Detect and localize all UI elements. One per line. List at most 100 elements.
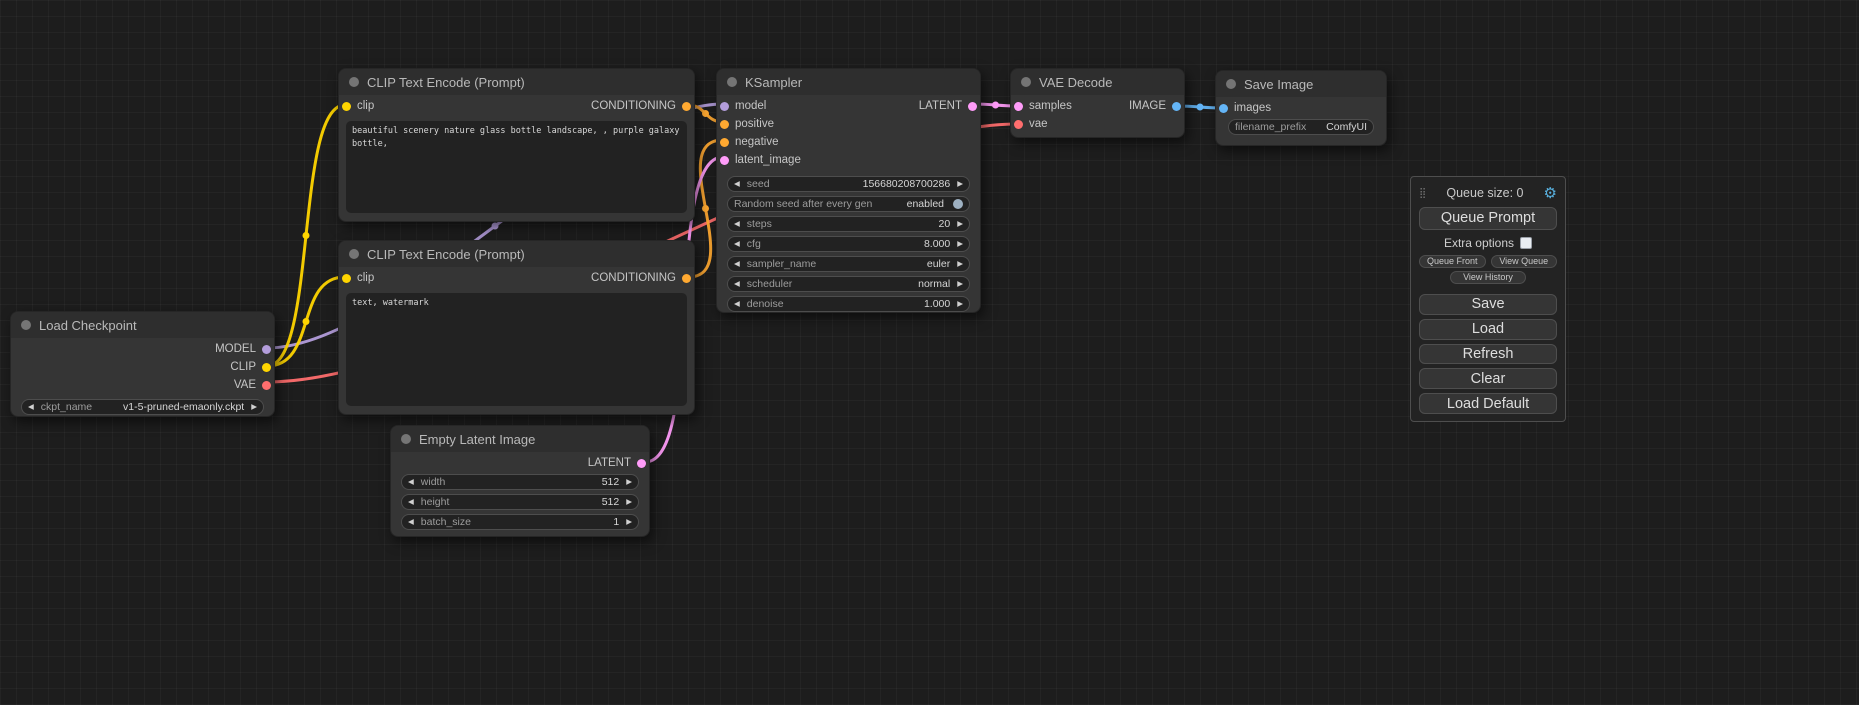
increment-icon[interactable]: ▶ bbox=[626, 518, 632, 526]
decrement-icon[interactable]: ◀ bbox=[734, 180, 740, 188]
toggle-icon[interactable] bbox=[953, 199, 963, 209]
output-port-model[interactable]: MODEL bbox=[215, 343, 271, 355]
drag-handle-icon[interactable]: ⣿ bbox=[1419, 188, 1426, 199]
collapse-dot-icon[interactable] bbox=[1021, 77, 1031, 87]
widget-seed[interactable]: ◀ seed 156680208700286 ▶ bbox=[727, 176, 970, 192]
queue-prompt-button[interactable]: Queue Prompt bbox=[1419, 207, 1557, 230]
collapse-dot-icon[interactable] bbox=[349, 249, 359, 259]
output-port-vae[interactable]: VAE bbox=[234, 379, 271, 391]
node-graph-canvas[interactable]: Load Checkpoint MODEL CLIP VAE bbox=[0, 0, 1859, 705]
node-title-bar[interactable]: Load Checkpoint bbox=[11, 312, 274, 338]
port-dot-latent[interactable] bbox=[720, 156, 729, 165]
view-history-button[interactable]: View History bbox=[1450, 271, 1526, 284]
queue-front-button[interactable]: Queue Front bbox=[1419, 255, 1486, 268]
port-dot-model[interactable] bbox=[262, 345, 271, 354]
port-dot-image[interactable] bbox=[1219, 104, 1228, 113]
node-title-bar[interactable]: CLIP Text Encode (Prompt) bbox=[339, 241, 694, 267]
output-port-clip[interactable]: CLIP bbox=[230, 361, 271, 373]
input-port-vae[interactable]: vae bbox=[1014, 118, 1048, 130]
output-port-conditioning[interactable]: CONDITIONING bbox=[591, 100, 691, 112]
node-title-bar[interactable]: VAE Decode bbox=[1011, 69, 1184, 95]
input-port-clip[interactable]: clip bbox=[342, 272, 374, 284]
widget-denoise[interactable]: ◀ denoise 1.000 ▶ bbox=[727, 296, 970, 312]
decrement-icon[interactable]: ◀ bbox=[734, 260, 740, 268]
collapse-dot-icon[interactable] bbox=[401, 434, 411, 444]
port-dot-conditioning[interactable] bbox=[720, 120, 729, 129]
prompt-textarea[interactable]: beautiful scenery nature glass bottle la… bbox=[346, 121, 687, 213]
increment-icon[interactable]: ▶ bbox=[957, 300, 963, 308]
widget-steps[interactable]: ◀ steps 20 ▶ bbox=[727, 216, 970, 232]
input-port-samples[interactable]: samples bbox=[1014, 100, 1072, 112]
port-dot-clip[interactable] bbox=[262, 363, 271, 372]
widget-batch-size[interactable]: ◀ batch_size 1 ▶ bbox=[401, 514, 639, 530]
decrement-icon[interactable]: ◀ bbox=[734, 300, 740, 308]
node-save-image[interactable]: Save Image images filename_prefix ComfyU… bbox=[1215, 70, 1387, 146]
port-dot-clip[interactable] bbox=[342, 102, 351, 111]
node-title-bar[interactable]: CLIP Text Encode (Prompt) bbox=[339, 69, 694, 95]
port-dot-clip[interactable] bbox=[342, 274, 351, 283]
extra-options-checkbox[interactable] bbox=[1520, 237, 1532, 249]
input-port-latent-image[interactable]: latent_image bbox=[720, 154, 801, 166]
port-dot-latent[interactable] bbox=[968, 102, 977, 111]
node-clip-text-encode-positive[interactable]: CLIP Text Encode (Prompt) clip CONDITION… bbox=[338, 68, 695, 222]
refresh-button[interactable]: Refresh bbox=[1419, 344, 1557, 365]
save-button[interactable]: Save bbox=[1419, 294, 1557, 315]
increment-icon[interactable]: ▶ bbox=[251, 403, 257, 411]
port-dot-latent[interactable] bbox=[1014, 102, 1023, 111]
widget-random-seed[interactable]: Random seed after every gen enabled bbox=[727, 196, 970, 212]
port-dot-conditioning[interactable] bbox=[720, 138, 729, 147]
output-port-image[interactable]: IMAGE bbox=[1129, 100, 1181, 112]
increment-icon[interactable]: ▶ bbox=[957, 280, 963, 288]
input-port-negative[interactable]: negative bbox=[720, 136, 778, 148]
widget-cfg[interactable]: ◀ cfg 8.000 ▶ bbox=[727, 236, 970, 252]
port-dot-latent[interactable] bbox=[637, 459, 646, 468]
port-dot-image[interactable] bbox=[1172, 102, 1181, 111]
port-dot-conditioning[interactable] bbox=[682, 274, 691, 283]
decrement-icon[interactable]: ◀ bbox=[734, 240, 740, 248]
port-dot-conditioning[interactable] bbox=[682, 102, 691, 111]
input-port-clip[interactable]: clip bbox=[342, 100, 374, 112]
node-title-bar[interactable]: Empty Latent Image bbox=[391, 426, 649, 452]
widget-filename-prefix[interactable]: filename_prefix ComfyUI bbox=[1228, 119, 1374, 135]
settings-gear-icon[interactable]: ⚙ bbox=[1544, 186, 1557, 201]
port-dot-vae[interactable] bbox=[262, 381, 271, 390]
output-port-latent[interactable]: LATENT bbox=[588, 457, 646, 469]
node-clip-text-encode-negative[interactable]: CLIP Text Encode (Prompt) clip CONDITION… bbox=[338, 240, 695, 415]
collapse-dot-icon[interactable] bbox=[727, 77, 737, 87]
node-ksampler[interactable]: KSampler model LATENT positive bbox=[716, 68, 981, 313]
decrement-icon[interactable]: ◀ bbox=[408, 518, 414, 526]
collapse-dot-icon[interactable] bbox=[21, 320, 31, 330]
collapse-dot-icon[interactable] bbox=[1226, 79, 1236, 89]
increment-icon[interactable]: ▶ bbox=[626, 498, 632, 506]
node-title-bar[interactable]: KSampler bbox=[717, 69, 980, 95]
clear-button[interactable]: Clear bbox=[1419, 368, 1557, 389]
widget-width[interactable]: ◀ width 512 ▶ bbox=[401, 474, 639, 490]
increment-icon[interactable]: ▶ bbox=[957, 240, 963, 248]
widget-sampler-name[interactable]: ◀ sampler_name euler ▶ bbox=[727, 256, 970, 272]
output-port-conditioning[interactable]: CONDITIONING bbox=[591, 272, 691, 284]
input-port-model[interactable]: model bbox=[720, 100, 766, 112]
widget-scheduler[interactable]: ◀ scheduler normal ▶ bbox=[727, 276, 970, 292]
input-port-images[interactable]: images bbox=[1219, 102, 1271, 114]
node-empty-latent-image[interactable]: Empty Latent Image LATENT ◀ width 512 ▶ … bbox=[390, 425, 650, 537]
increment-icon[interactable]: ▶ bbox=[957, 180, 963, 188]
collapse-dot-icon[interactable] bbox=[349, 77, 359, 87]
widget-height[interactable]: ◀ height 512 ▶ bbox=[401, 494, 639, 510]
load-default-button[interactable]: Load Default bbox=[1419, 393, 1557, 414]
load-button[interactable]: Load bbox=[1419, 319, 1557, 340]
input-port-positive[interactable]: positive bbox=[720, 118, 774, 130]
decrement-icon[interactable]: ◀ bbox=[734, 220, 740, 228]
widget-ckpt-name[interactable]: ◀ ckpt_name v1-5-pruned-emaonly.ckpt ▶ bbox=[21, 399, 264, 415]
decrement-icon[interactable]: ◀ bbox=[408, 498, 414, 506]
increment-icon[interactable]: ▶ bbox=[957, 260, 963, 268]
output-port-latent[interactable]: LATENT bbox=[919, 100, 977, 112]
node-load-checkpoint[interactable]: Load Checkpoint MODEL CLIP VAE bbox=[10, 311, 275, 417]
decrement-icon[interactable]: ◀ bbox=[408, 478, 414, 486]
decrement-icon[interactable]: ◀ bbox=[734, 280, 740, 288]
port-dot-vae[interactable] bbox=[1014, 120, 1023, 129]
port-dot-model[interactable] bbox=[720, 102, 729, 111]
increment-icon[interactable]: ▶ bbox=[626, 478, 632, 486]
view-queue-button[interactable]: View Queue bbox=[1491, 255, 1558, 268]
node-vae-decode[interactable]: VAE Decode samples IMAGE vae bbox=[1010, 68, 1185, 138]
prompt-textarea[interactable]: text, watermark bbox=[346, 293, 687, 406]
